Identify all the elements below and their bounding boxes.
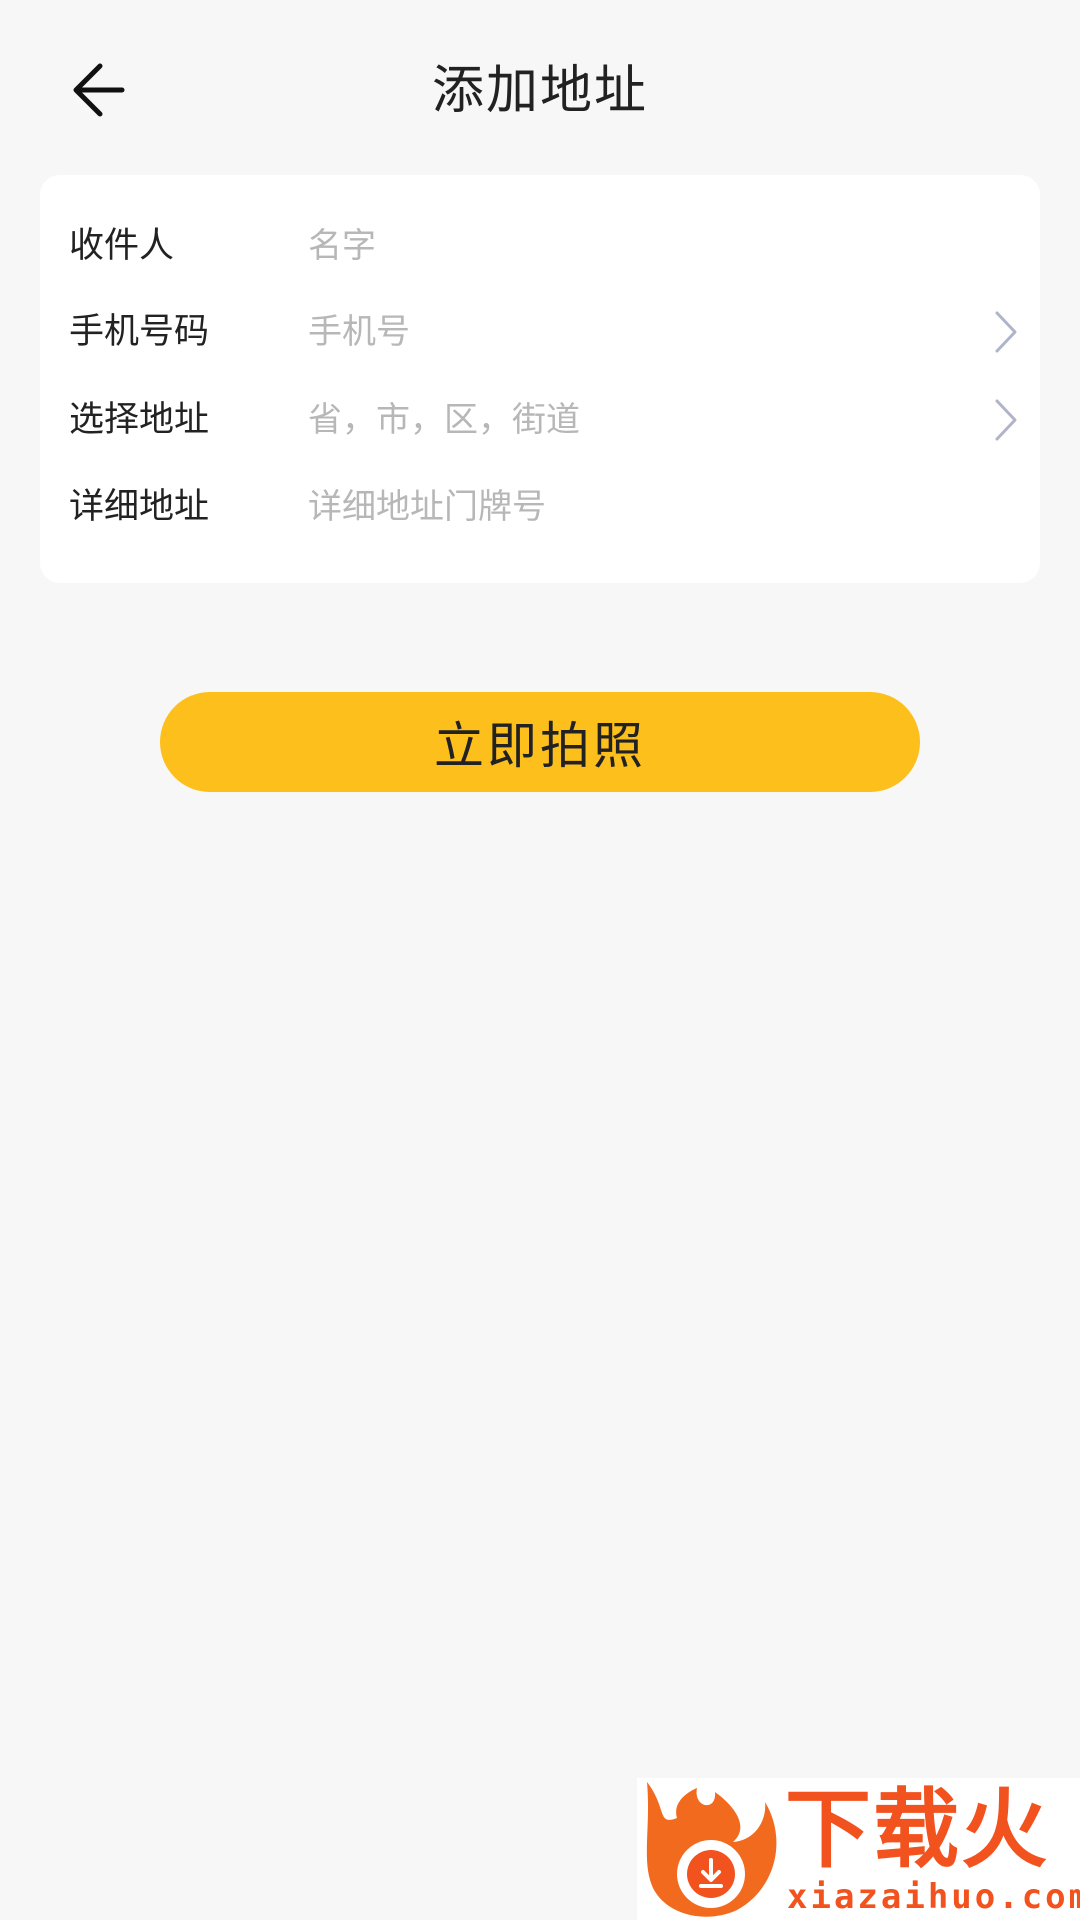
take-photo-button[interactable]: 立即拍照 bbox=[160, 692, 920, 792]
phone-number-input[interactable] bbox=[308, 288, 948, 376]
recipient-label: 收件人 bbox=[69, 226, 175, 266]
region-select-input[interactable] bbox=[308, 376, 948, 464]
recipient-name-input[interactable] bbox=[308, 202, 948, 290]
chevron-right-icon[interactable] bbox=[986, 394, 1026, 446]
page-title: 添加地址 bbox=[431, 61, 648, 121]
flame-logo-icon bbox=[646, 1782, 777, 1917]
address-form-card: 收件人 手机号码 选择地址 详细地址 bbox=[40, 175, 1040, 583]
chevron-right-icon[interactable] bbox=[986, 306, 1026, 358]
detail-address-label: 详细地址 bbox=[69, 487, 210, 527]
header-bar: 添加地址 bbox=[0, 0, 1080, 180]
detail-address-input[interactable] bbox=[308, 463, 948, 551]
region-row[interactable]: 选择地址 bbox=[40, 376, 1040, 464]
watermark-logo: 下载火 xiazaihuo.com bbox=[637, 1778, 1080, 1920]
recipient-row: 收件人 bbox=[40, 202, 1040, 290]
phone-label: 手机号码 bbox=[69, 312, 210, 352]
watermark-brand: 下载火 bbox=[785, 1780, 1049, 1880]
region-label: 选择地址 bbox=[69, 400, 210, 440]
detail-address-row: 详细地址 bbox=[40, 463, 1040, 551]
phone-row: 手机号码 bbox=[40, 288, 1040, 376]
watermark-url: xiazaihuo.com bbox=[787, 1877, 1080, 1917]
